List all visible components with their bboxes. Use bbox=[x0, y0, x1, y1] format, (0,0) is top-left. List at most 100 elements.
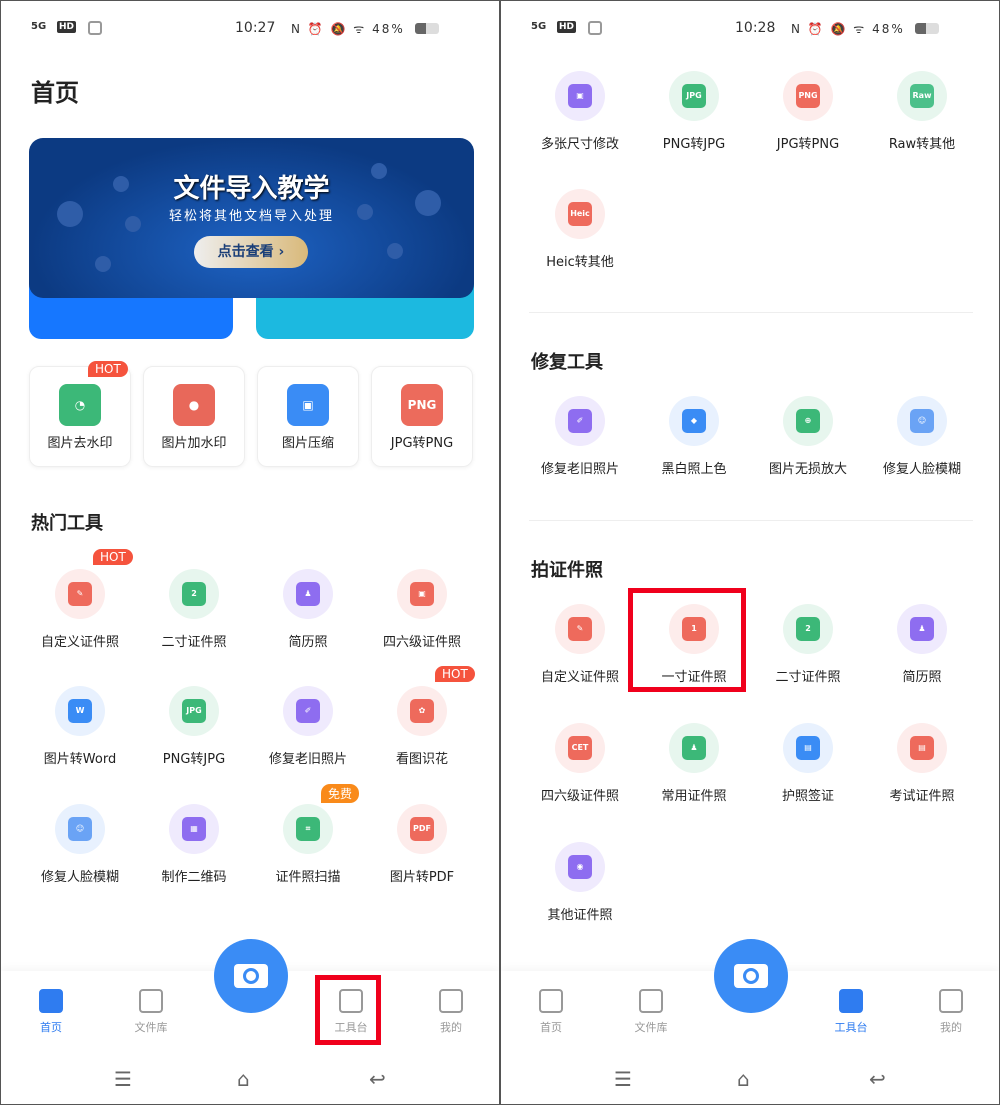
tool-label: 简历照 bbox=[288, 635, 328, 650]
quick-tool-icon: ▣ bbox=[287, 384, 329, 426]
tool-icon: ⌗ bbox=[283, 804, 333, 854]
tool-glyph: ⌗ bbox=[296, 817, 320, 841]
tool-glyph: Heic bbox=[568, 202, 592, 226]
tool-item[interactable]: ✿ 看图识花 HOT bbox=[365, 666, 479, 767]
tool-label: 修复人脸模糊 bbox=[882, 462, 961, 477]
tool-item[interactable]: ♟ 简历照 bbox=[865, 604, 979, 685]
hd-icon: HD bbox=[557, 21, 577, 33]
tool-item[interactable]: ⌗ 证件照扫描 免费 bbox=[251, 784, 365, 885]
nav-files[interactable]: 文件库 bbox=[121, 989, 181, 1035]
tool-item[interactable]: ♟ 常用证件照 bbox=[637, 723, 751, 804]
tool-glyph: ▤ bbox=[910, 736, 934, 760]
tool-item[interactable]: ☺ 修复人脸模糊 bbox=[865, 396, 979, 477]
nav-toolbox[interactable]: 工具台 bbox=[821, 989, 881, 1035]
tool-item[interactable]: ▣ 四六级证件照 bbox=[365, 569, 479, 650]
tool-label: 图片转Word bbox=[43, 752, 117, 767]
status-icons: N ⏰ 🔕 ᯤ 48% bbox=[791, 22, 905, 36]
tool-icon: ☺ bbox=[897, 396, 947, 446]
tool-item[interactable]: ✎ 自定义证件照 bbox=[523, 604, 637, 685]
tool-glyph: ▣ bbox=[568, 84, 592, 108]
nav-profile[interactable]: 我的 bbox=[421, 989, 481, 1035]
tool-item[interactable]: ◆ 黑白照上色 bbox=[637, 396, 751, 477]
view-button[interactable]: 点击查看 › bbox=[194, 236, 308, 268]
tool-icon: PNG bbox=[783, 71, 833, 121]
quick-tool-label: 图片压缩 bbox=[281, 436, 334, 451]
quick-tool-card[interactable]: ● 图片加水印 bbox=[143, 366, 245, 467]
tool-icon: ♟ bbox=[283, 569, 333, 619]
tool-glyph: 2 bbox=[796, 617, 820, 641]
video-icon bbox=[95, 256, 111, 272]
nav-profile[interactable]: 我的 bbox=[921, 989, 981, 1035]
import-tutorial-banner[interactable]: 文件导入教学 轻松将其他文档导入处理 点击查看 › bbox=[29, 138, 474, 298]
tool-item[interactable]: ◉ 其他证件照 bbox=[523, 842, 637, 923]
tool-item[interactable]: ⊕ 图片无损放大 bbox=[751, 396, 865, 477]
back-icon[interactable]: ↩ bbox=[369, 1067, 386, 1091]
tool-item[interactable]: ▤ 护照签证 bbox=[751, 723, 865, 804]
tool-item[interactable]: PNG JPG转PNG bbox=[751, 71, 865, 152]
tool-icon: ✐ bbox=[283, 686, 333, 736]
hot-badge: HOT bbox=[88, 361, 128, 377]
quick-tool-card[interactable]: ▣ 图片压缩 bbox=[257, 366, 359, 467]
tool-icon: ✿ bbox=[397, 686, 447, 736]
tool-icon: ☺ bbox=[55, 804, 105, 854]
tool-item[interactable]: W 图片转Word bbox=[23, 686, 137, 767]
tool-item[interactable]: ▦ 制作二维码 bbox=[137, 804, 251, 885]
tool-label: 二寸证件照 bbox=[775, 670, 841, 685]
nav-home[interactable]: 首页 bbox=[521, 989, 581, 1035]
tool-item[interactable]: ▤ 考试证件照 bbox=[865, 723, 979, 804]
tool-item[interactable]: ✐ 修复老旧照片 bbox=[523, 396, 637, 477]
tool-label: 二寸证件照 bbox=[161, 635, 227, 650]
tool-label: 多张尺寸修改 bbox=[540, 137, 619, 152]
tool-label: 修复人脸模糊 bbox=[40, 870, 119, 885]
tool-item[interactable]: 2 二寸证件照 bbox=[137, 569, 251, 650]
tool-item[interactable]: Raw Raw转其他 bbox=[865, 71, 979, 152]
banner-subtitle: 轻松将其他文档导入处理 bbox=[168, 209, 334, 224]
clock: 10:28 bbox=[735, 20, 776, 36]
tool-item[interactable]: CET 四六级证件照 bbox=[523, 723, 637, 804]
quick-tool-icon: PNG bbox=[401, 384, 443, 426]
phone-screen-toolbox: 5G HD 10:28 N ⏰ 🔕 ᯤ 48% ▣ 多张尺寸修改 JPG PNG转JP… bbox=[500, 0, 1000, 1105]
nav-home[interactable]: 首页 bbox=[21, 989, 81, 1035]
tool-icon: JPG bbox=[669, 71, 719, 121]
divider bbox=[529, 312, 973, 313]
tool-label: 制作二维码 bbox=[161, 870, 227, 885]
tool-glyph: 2 bbox=[182, 582, 206, 606]
camera-button[interactable] bbox=[214, 939, 288, 1013]
menu-icon[interactable]: ☰ bbox=[114, 1067, 132, 1091]
tool-label: 考试证件照 bbox=[889, 789, 955, 804]
nav-label: 文件库 bbox=[134, 1021, 168, 1034]
tool-item[interactable]: JPG PNG转JPG bbox=[137, 686, 251, 767]
tool-glyph: Raw bbox=[910, 84, 934, 108]
tool-glyph: ☺ bbox=[68, 817, 92, 841]
signal-icon: 5G bbox=[31, 21, 47, 32]
tool-item[interactable]: ☺ 修复人脸模糊 bbox=[23, 804, 137, 885]
tool-icon: Heic bbox=[555, 189, 605, 239]
tool-item[interactable]: ▣ 多张尺寸修改 bbox=[523, 71, 637, 152]
app-notification-icon bbox=[88, 21, 102, 35]
tool-item[interactable]: Heic Heic转其他 bbox=[523, 189, 637, 270]
tool-label: JPG转PNG bbox=[776, 137, 840, 152]
menu-icon[interactable]: ☰ bbox=[614, 1067, 632, 1091]
tool-item[interactable]: ♟ 简历照 bbox=[251, 569, 365, 650]
home-icon[interactable]: ⌂ bbox=[237, 1067, 250, 1091]
tool-glyph: ◉ bbox=[568, 855, 592, 879]
home-icon[interactable]: ⌂ bbox=[737, 1067, 750, 1091]
tool-glyph: ✎ bbox=[68, 582, 92, 606]
tool-glyph: ♟ bbox=[682, 736, 706, 760]
tool-item[interactable]: ✐ 修复老旧照片 bbox=[251, 686, 365, 767]
nav-files[interactable]: 文件库 bbox=[621, 989, 681, 1035]
tool-glyph: ▦ bbox=[182, 817, 206, 841]
tool-glyph: ☺ bbox=[910, 409, 934, 433]
tool-icon: JPG bbox=[169, 686, 219, 736]
tool-item[interactable]: ✎ 自定义证件照 HOT bbox=[23, 549, 137, 650]
tool-item[interactable]: JPG PNG转JPG bbox=[637, 71, 751, 152]
tool-item[interactable]: 2 二寸证件照 bbox=[751, 604, 865, 685]
tool-label: Heic转其他 bbox=[546, 255, 614, 270]
tool-label: 护照签证 bbox=[781, 789, 834, 804]
profile-icon bbox=[939, 989, 963, 1013]
camera-button[interactable] bbox=[714, 939, 788, 1013]
quick-tool-card[interactable]: ◔ 图片去水印 HOT bbox=[29, 361, 131, 467]
tool-item[interactable]: PDF 图片转PDF bbox=[365, 804, 479, 885]
quick-tool-card[interactable]: PNG JPG转PNG bbox=[371, 366, 473, 467]
back-icon[interactable]: ↩ bbox=[869, 1067, 886, 1091]
